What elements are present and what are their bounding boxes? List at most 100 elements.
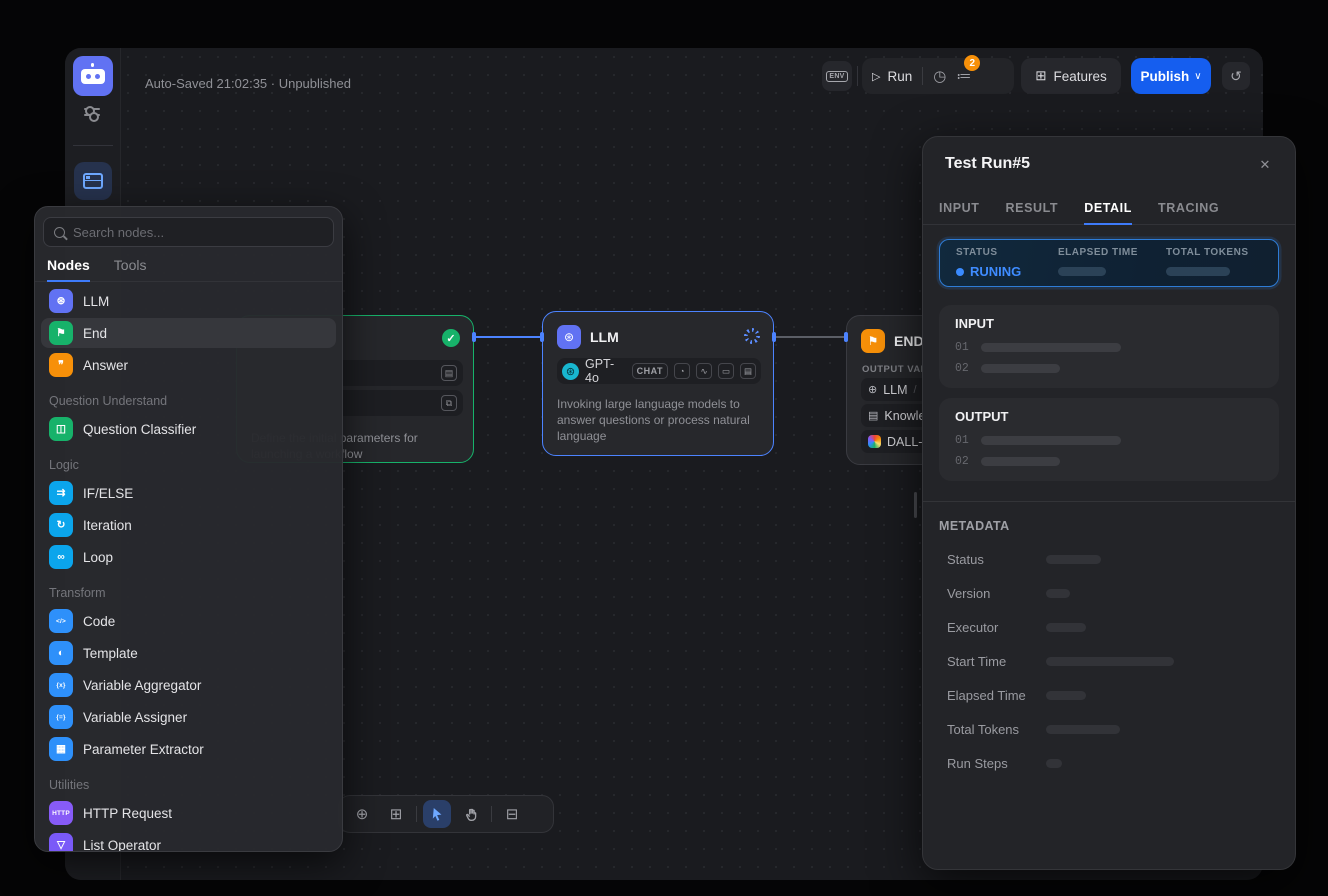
file-icon: ▤: [441, 365, 457, 381]
node-item-template[interactable]: ◐ Template: [41, 638, 336, 668]
notification-badge: 2: [964, 55, 980, 71]
section-transform: Transform: [35, 574, 342, 606]
divider: [491, 806, 492, 822]
history-icon: ↺: [1230, 68, 1242, 85]
node-item-question-classifier[interactable]: ◫ Question Classifier: [41, 414, 336, 444]
http-request-icon: HTTP: [49, 801, 73, 825]
node-item-llm[interactable]: ⊛ LLM: [41, 286, 336, 316]
tab-tracing[interactable]: TRACING: [1158, 191, 1219, 224]
status-value: RUNING: [956, 264, 1058, 279]
rail-divider: [73, 145, 113, 146]
input-card-title: INPUT: [955, 316, 1263, 331]
variable-assigner-icon: {=}: [49, 705, 73, 729]
llm-node[interactable]: ⊛ LLM ⊛ GPT-4o CHAT ◔ ∿ ▭ ▤ Invoking lar…: [542, 311, 774, 456]
llm-variable-icon: ⊕: [868, 383, 877, 396]
tab-tools[interactable]: Tools: [114, 257, 147, 281]
metadata-title: METADATA: [939, 519, 1279, 533]
elapsed-time-skeleton: [1058, 267, 1106, 276]
end-node-title: END: [894, 333, 924, 349]
node-item-if-else[interactable]: ⇉ IF/ELSE: [41, 478, 336, 508]
success-check-icon: ✓: [442, 329, 460, 347]
loop-icon: ∞: [49, 545, 73, 569]
node-item-variable-assigner[interactable]: {=} Variable Assigner: [41, 702, 336, 732]
organize-nodes-button[interactable]: ⊟: [498, 800, 526, 828]
item-label: Code: [83, 614, 115, 629]
node-item-parameter-extractor[interactable]: ▦ Parameter Extractor: [41, 734, 336, 764]
output-card: OUTPUT 01 02: [939, 398, 1279, 481]
metadata-label: Run Steps: [939, 756, 1046, 771]
run-panel-tabs: INPUT RESULT DETAIL TRACING: [923, 191, 1295, 225]
item-label: Template: [83, 646, 138, 661]
app-avatar[interactable]: [73, 56, 113, 96]
line-number: 02: [955, 455, 969, 468]
node-item-end[interactable]: ⚑ End: [41, 318, 336, 348]
node-item-http-request[interactable]: HTTP HTTP Request: [41, 798, 336, 828]
running-dot-icon: [956, 268, 964, 276]
status-label: STATUS: [956, 247, 1058, 258]
value-skeleton: [981, 436, 1121, 445]
tab-result[interactable]: RESULT: [1006, 191, 1059, 224]
panel-resize-handle[interactable]: [914, 492, 917, 518]
checklist-button[interactable]: ≔ 2: [956, 67, 971, 85]
metadata-row-version: Version: [939, 586, 1279, 601]
copy-icon: ⧉: [441, 395, 457, 411]
item-label: Loop: [83, 550, 113, 565]
node-item-variable-aggregator[interactable]: {x} Variable Aggregator: [41, 670, 336, 700]
preview-window-button[interactable]: [74, 162, 112, 200]
divider: [922, 67, 923, 85]
hand-mode-button[interactable]: [457, 800, 485, 828]
metadata-label: Executor: [939, 620, 1046, 635]
item-label: Variable Aggregator: [83, 678, 201, 693]
metadata-label: Version: [939, 586, 1046, 601]
node-item-list-operator[interactable]: ▽ List Operator: [41, 830, 336, 852]
output-card-title: OUTPUT: [955, 409, 1263, 424]
tab-nodes[interactable]: Nodes: [47, 257, 90, 281]
preferences-icon[interactable]: [84, 104, 102, 120]
robot-icon: [81, 69, 105, 84]
add-note-button[interactable]: ⊞: [382, 800, 410, 828]
edge-start-llm: [474, 336, 542, 338]
features-button[interactable]: ⊞ Features: [1021, 58, 1121, 94]
env-button[interactable]: ENV: [822, 61, 852, 91]
test-run-panel: Test Run#5 ✕ INPUT RESULT DETAIL TRACING…: [922, 136, 1296, 870]
node-search-panel: Search nodes... Nodes Tools ⊛ LLM ⚑ End …: [34, 206, 343, 852]
metadata-skeleton: [1046, 725, 1120, 734]
end-icon: ⚑: [861, 329, 885, 353]
run-history-icon[interactable]: ◷: [933, 67, 946, 85]
llm-node-description: Invoking large language models to answer…: [557, 396, 761, 444]
vision-icon: ◔: [674, 363, 690, 379]
section-utilities: Utilities: [35, 766, 342, 798]
list-operator-icon: ▽: [49, 833, 73, 852]
version-history-button[interactable]: ↺: [1222, 62, 1250, 90]
separator: /: [914, 384, 917, 396]
document-icon: ▤: [740, 363, 756, 379]
metadata-skeleton: [1046, 759, 1062, 768]
metadata-label: Status: [939, 552, 1046, 567]
item-label: List Operator: [83, 838, 161, 853]
pointer-mode-button[interactable]: [423, 800, 451, 828]
item-label: IF/ELSE: [83, 486, 133, 501]
parameter-extractor-icon: ▦: [49, 737, 73, 761]
publish-button[interactable]: Publish ∨: [1131, 58, 1211, 94]
node-item-iteration[interactable]: ↻ Iteration: [41, 510, 336, 540]
run-button[interactable]: ▷ Run: [872, 69, 912, 84]
edge-llm-end: [774, 336, 846, 338]
section-logic: Logic: [35, 446, 342, 478]
node-item-loop[interactable]: ∞ Loop: [41, 542, 336, 572]
item-label: HTTP Request: [83, 806, 172, 821]
search-input[interactable]: Search nodes...: [43, 217, 334, 247]
line-number: 01: [955, 341, 969, 354]
close-icon: ✕: [1260, 157, 1271, 173]
output-row: 02: [955, 455, 1263, 468]
node-item-code[interactable]: </> Code: [41, 606, 336, 636]
add-node-button[interactable]: ⊕: [348, 800, 376, 828]
input-card: INPUT 01 02: [939, 305, 1279, 388]
tab-detail[interactable]: DETAIL: [1084, 191, 1132, 224]
metadata-label: Start Time: [939, 654, 1046, 669]
model-selector[interactable]: ⊛ GPT-4o CHAT ◔ ∿ ▭ ▤: [557, 358, 761, 384]
question-classifier-icon: ◫: [49, 417, 73, 441]
node-item-answer[interactable]: ❞ Answer: [41, 350, 336, 380]
tab-input[interactable]: INPUT: [939, 191, 980, 224]
close-button[interactable]: ✕: [1253, 153, 1277, 177]
output-row: 01: [955, 434, 1263, 447]
